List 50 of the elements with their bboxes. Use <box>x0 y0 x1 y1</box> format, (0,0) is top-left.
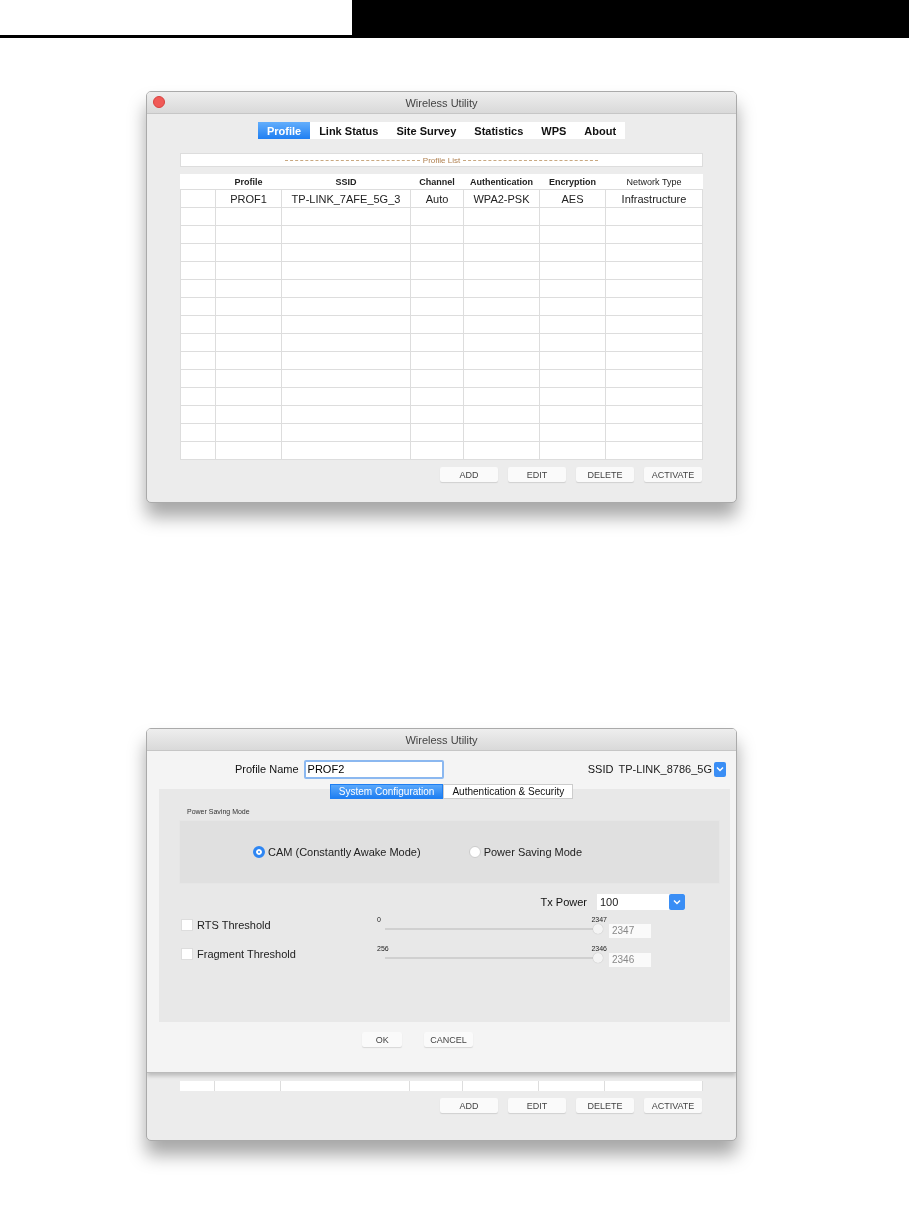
tab[interactable]: About <box>575 122 626 139</box>
action-button[interactable]: ACTIVATE <box>644 467 702 482</box>
tx-power-select[interactable]: 100 <box>597 894 685 910</box>
table-cell[interactable]: PROF1 <box>215 189 282 208</box>
profile-name-field[interactable]: PROF2 <box>303 759 444 779</box>
tab[interactable]: Authentication & Security <box>443 784 574 799</box>
checkbox-label: RTS Threshold <box>197 918 272 931</box>
window-title: Wireless Utility <box>405 733 478 746</box>
column-header: Encryption <box>539 174 606 190</box>
table-cell[interactable]: Infrastructure <box>605 189 703 208</box>
ssid-value: TP-LINK_8786_5G <box>618 763 712 775</box>
tab[interactable]: WPS <box>532 122 576 139</box>
slider-thumb[interactable] <box>593 952 603 963</box>
action-button[interactable]: DELETE <box>576 467 634 482</box>
threshold-field[interactable]: 2346 <box>609 952 651 967</box>
list-title: Profile List <box>422 155 461 165</box>
threshold-field[interactable]: 2347 <box>609 923 651 938</box>
radio-label: CAM (Constantly Awake Mode) <box>268 846 421 858</box>
field-label: Tx Power <box>540 896 587 908</box>
table-cell[interactable]: AES <box>539 189 606 208</box>
window-title: Wireless Utility <box>405 96 478 109</box>
checkbox[interactable] <box>181 947 193 960</box>
tab[interactable]: Statistics <box>465 122 533 139</box>
dialog-button[interactable]: CANCEL <box>424 1032 473 1047</box>
dialog-button[interactable]: OK <box>362 1032 403 1047</box>
column-header: Network Type <box>605 174 703 190</box>
field-label: Profile Name <box>235 763 299 775</box>
radio-button[interactable] <box>253 846 265 858</box>
checkbox-label: Fragment Threshold <box>197 947 297 960</box>
action-button[interactable]: ADD <box>440 467 498 482</box>
tab[interactable]: Site Survey <box>387 122 466 139</box>
action-button[interactable]: EDIT <box>508 467 566 482</box>
column-header: Authentication <box>463 174 540 190</box>
close-button[interactable] <box>153 96 165 108</box>
radio-button[interactable] <box>468 846 481 858</box>
action-button[interactable]: DELETE <box>576 1098 634 1113</box>
column-header: SSID <box>281 174 411 190</box>
radio-label: Power Saving Mode <box>483 846 583 858</box>
action-button[interactable]: EDIT <box>508 1098 566 1113</box>
action-button[interactable]: ACTIVATE <box>644 1098 702 1113</box>
checkbox[interactable] <box>181 918 193 931</box>
table-cell[interactable]: Auto <box>410 189 464 208</box>
action-button[interactable]: ADD <box>440 1098 498 1113</box>
table-cell[interactable]: TP-LINK_7AFE_5G_3 <box>281 189 411 208</box>
column-header: Profile <box>215 174 282 190</box>
column-header: Channel <box>410 174 464 190</box>
tab[interactable]: Link Status <box>310 122 388 139</box>
field-label: SSID <box>587 763 614 775</box>
slider-thumb[interactable] <box>593 923 603 934</box>
table-cell[interactable]: WPA2-PSK <box>463 189 540 208</box>
